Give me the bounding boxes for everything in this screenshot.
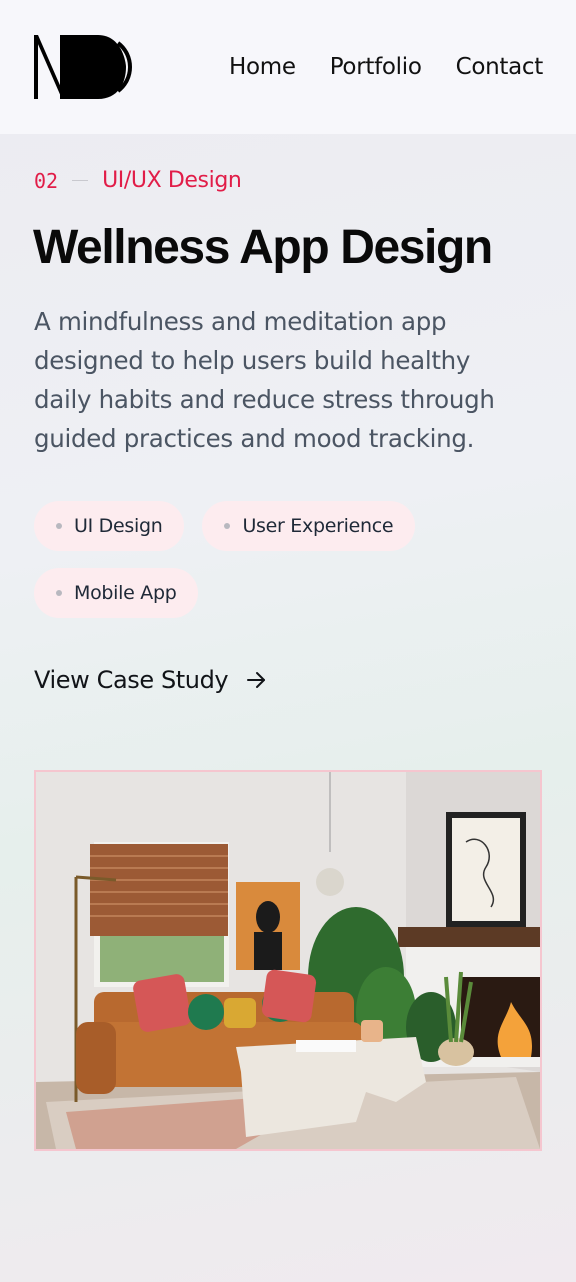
site-header: Home Portfolio Contact — [0, 0, 576, 134]
logo[interactable] — [34, 33, 134, 101]
project-category: UI/UX Design — [102, 168, 242, 193]
project-eyebrow: 02 UI/UX Design — [34, 168, 242, 193]
main-nav: Home Portfolio Contact — [229, 54, 543, 80]
arrow-right-icon — [247, 672, 266, 688]
eyebrow-divider — [72, 180, 89, 181]
project-number: 02 — [34, 168, 59, 193]
tag-list: UI Design User Experience Mobile App — [34, 501, 454, 618]
view-case-study-link[interactable]: View Case Study — [34, 666, 268, 694]
tag-bullet — [56, 590, 62, 596]
project-hero-image — [34, 770, 542, 1151]
tag-mobile-app: Mobile App — [34, 568, 199, 618]
nav-contact[interactable]: Contact — [456, 54, 544, 80]
cta-label: View Case Study — [34, 666, 229, 694]
tag-label: User Experience — [242, 515, 394, 537]
project-title: Wellness App Design — [33, 221, 493, 274]
tag-label: Mobile App — [74, 582, 177, 604]
tag-bullet — [224, 523, 231, 529]
tag-user-experience: User Experience — [202, 501, 416, 551]
tag-label: UI Design — [74, 515, 163, 537]
nav-home[interactable]: Home — [229, 54, 296, 80]
living-room-photo — [36, 772, 540, 1149]
project-description: A mindfulness and meditation app designe… — [34, 307, 495, 453]
tag-ui-design: UI Design — [34, 501, 185, 551]
nav-portfolio[interactable]: Portfolio — [330, 54, 422, 80]
tag-bullet — [56, 523, 62, 529]
